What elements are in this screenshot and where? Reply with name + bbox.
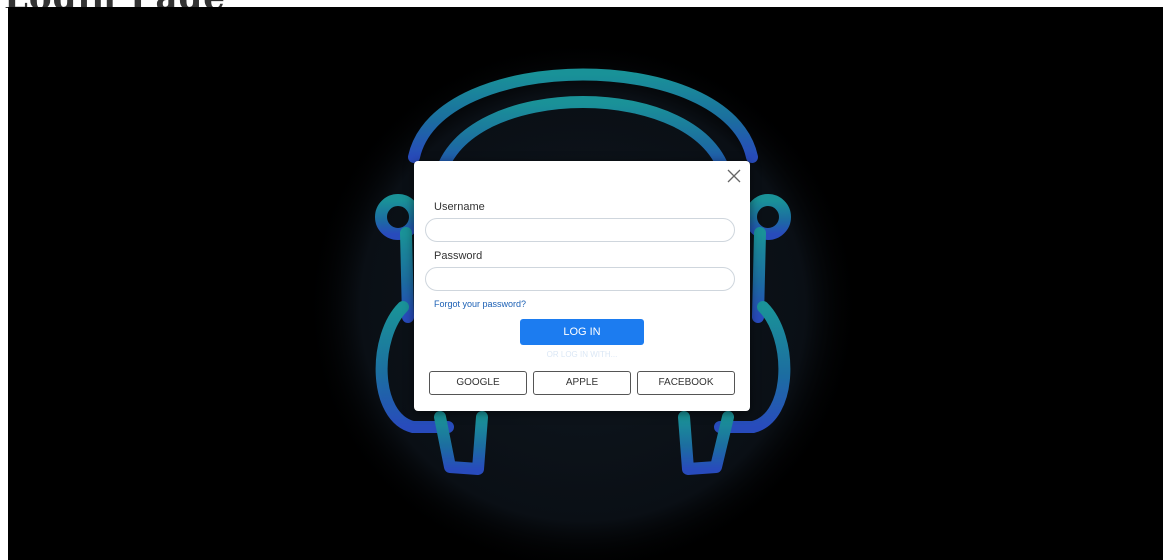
apple-login-button[interactable]: APPLE bbox=[533, 371, 631, 395]
close-icon[interactable] bbox=[726, 168, 742, 184]
google-login-button[interactable]: GOOGLE bbox=[429, 371, 527, 395]
password-input[interactable] bbox=[425, 267, 735, 291]
password-label: Password bbox=[434, 250, 483, 262]
username-input[interactable] bbox=[425, 218, 735, 242]
login-modal: Username Password Forgot your password? … bbox=[414, 161, 750, 411]
username-label: Username bbox=[434, 201, 485, 213]
login-button[interactable]: LOG IN bbox=[520, 319, 644, 345]
login-overlay-backdrop: Username Password Forgot your password? … bbox=[8, 7, 1163, 560]
forgot-password-link[interactable]: Forgot your password? bbox=[434, 299, 526, 309]
page: Login Page bbox=[0, 0, 1163, 560]
facebook-login-button[interactable]: FACEBOOK bbox=[637, 371, 735, 395]
or-login-with-text: OR LOG IN WITH... bbox=[546, 350, 618, 359]
